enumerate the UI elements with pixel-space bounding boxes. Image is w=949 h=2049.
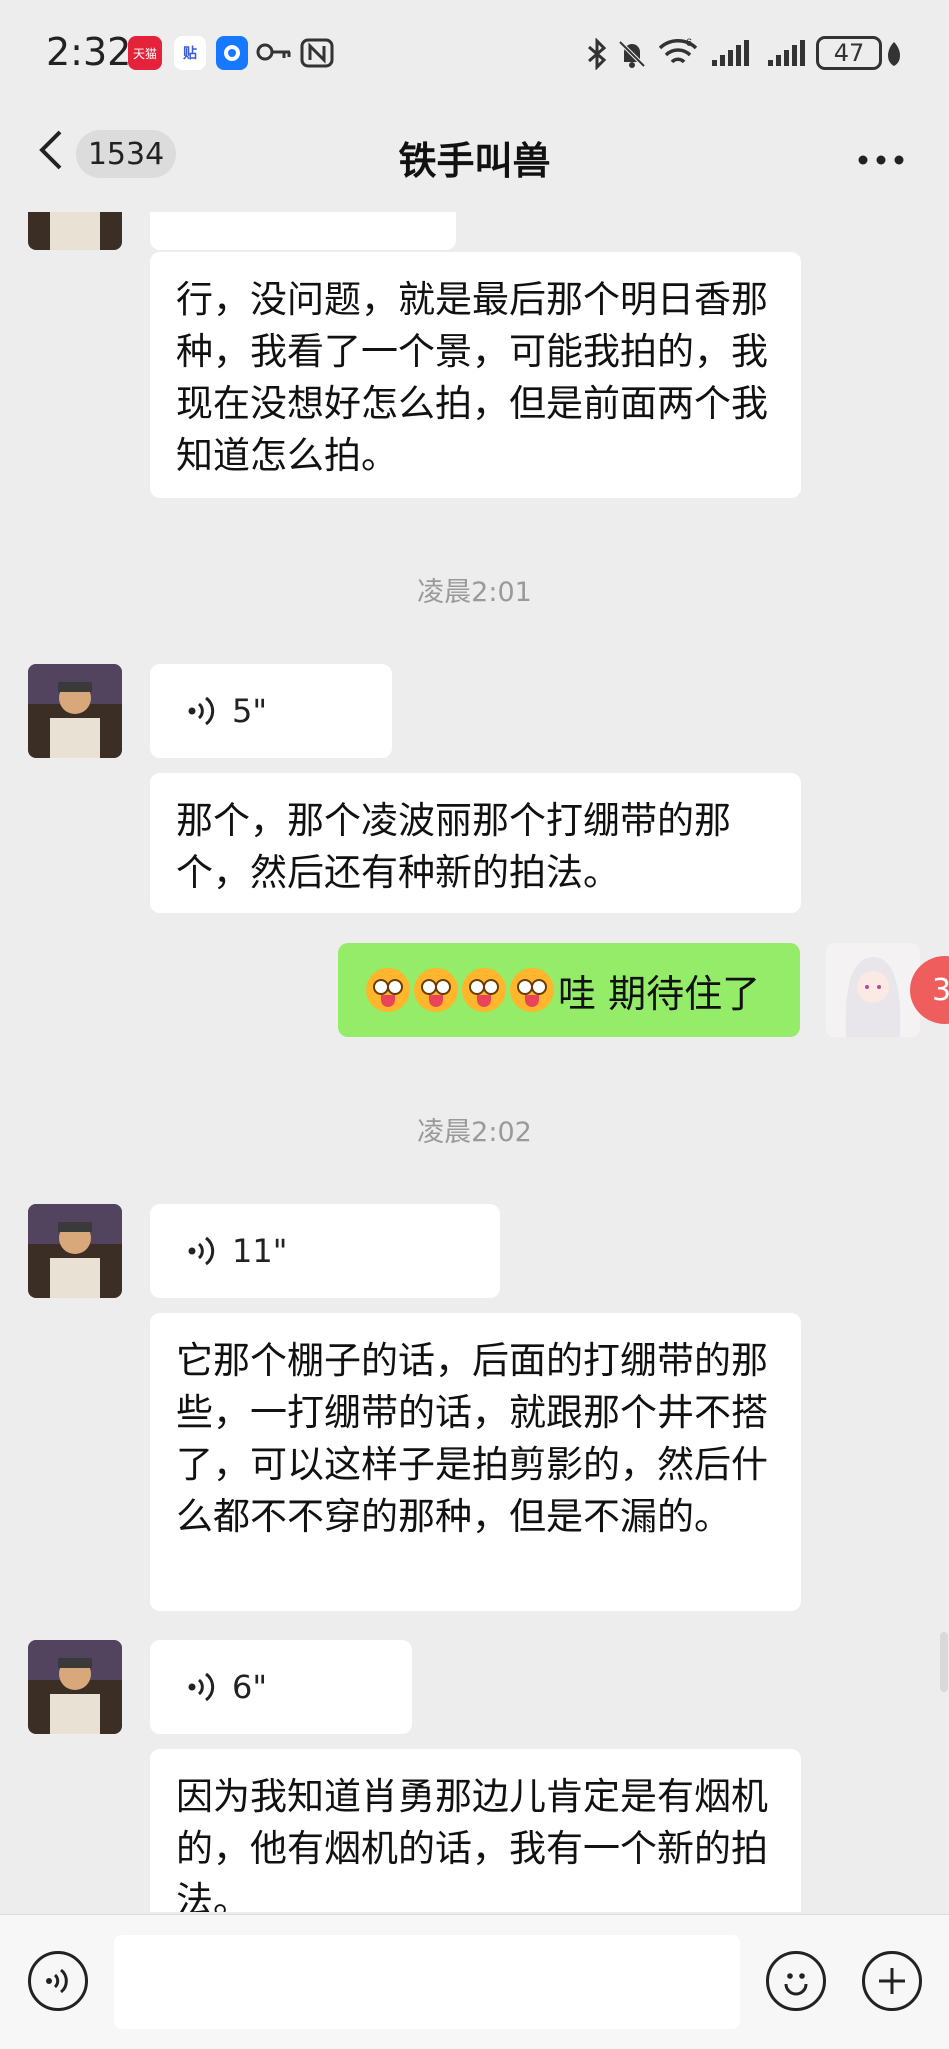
chat-title: 铁手叫兽 [398, 139, 551, 183]
battery-indicator: 47 [816, 36, 882, 70]
tieba-icon: 贴 [174, 36, 206, 70]
leaf-icon [884, 40, 904, 72]
message-bubble[interactable]: 因为我知道肖勇那边儿肯定是有烟机的，他有烟机的话，我有一个新的拍法。 [150, 1749, 801, 1912]
contact-avatar[interactable] [28, 1204, 122, 1298]
scrollbar[interactable] [940, 1632, 948, 1692]
voice-message[interactable]: 6" [150, 1640, 412, 1734]
message-bubble[interactable]: 行，没问题，就是最后那个明日香那种，我看了一个景，可能我拍的，我现在没想好怎么拍… [150, 252, 801, 498]
plus-icon [879, 1968, 905, 1994]
self-message-bubble[interactable]: 哇 期待住了 [338, 943, 800, 1037]
voice-duration: 5" [232, 692, 268, 730]
alipay-icon [216, 36, 248, 70]
voice-input-button[interactable] [28, 1951, 88, 2011]
more-options-icon[interactable] [858, 150, 904, 165]
smiley-icon [784, 1973, 808, 1996]
wifi-icon: 6 [656, 36, 702, 74]
voice-message[interactable]: 5" [150, 664, 392, 758]
timestamp: 凌晨2:01 [417, 577, 532, 608]
key-icon [256, 40, 292, 68]
input-bar [0, 1914, 949, 2049]
voice-wave-icon [188, 1236, 215, 1266]
self-message-text: 哇 期待住了 [558, 971, 761, 1016]
more-functions-button[interactable] [862, 1951, 922, 2011]
tmall-icon: 天猫 [128, 36, 162, 70]
wifi-6-label: 6 [686, 37, 692, 49]
chat-area[interactable]: 行，没问题，就是最后那个明日香那种，我看了一个景，可能我拍的，我现在没想好怎么拍… [0, 212, 949, 1912]
voice-duration: 11" [232, 1232, 288, 1270]
voice-wave-icon [188, 1672, 215, 1702]
self-avatar[interactable] [826, 943, 920, 1037]
contact-avatar[interactable] [28, 212, 122, 250]
signal-icon-1 [710, 38, 750, 72]
timestamp: 凌晨2:02 [417, 1117, 532, 1148]
status-time: 2:32 [46, 30, 132, 74]
contact-avatar[interactable] [28, 1640, 122, 1734]
message-bubble[interactable]: 那个，那个凌波丽那个打绷带的那个，然后还有种新的拍法。 [150, 773, 801, 913]
nfc-icon [300, 38, 334, 72]
signal-icon-2 [766, 38, 806, 72]
tongue-face-emoji [510, 968, 554, 1012]
voice-wave-icon [46, 1968, 68, 1994]
tongue-face-emoji [366, 968, 410, 1012]
tongue-face-emoji [462, 968, 506, 1012]
contact-avatar[interactable] [28, 664, 122, 758]
message-bubble[interactable]: 它那个棚子的话，后面的打绷带的那些，一打绷带的话，就跟那个井不搭了，可以这样子是… [150, 1313, 801, 1611]
emoji-button[interactable] [766, 1951, 826, 2011]
mute-bell-icon [616, 38, 648, 74]
bluetooth-icon [586, 37, 608, 74]
voice-message[interactable]: 11" [150, 1204, 500, 1298]
voice-duration: 6" [232, 1668, 268, 1706]
message-input[interactable] [114, 1935, 740, 2029]
tongue-face-emoji [414, 968, 458, 1012]
voice-wave-icon [188, 696, 215, 726]
message-bubble-partial[interactable] [150, 212, 456, 250]
